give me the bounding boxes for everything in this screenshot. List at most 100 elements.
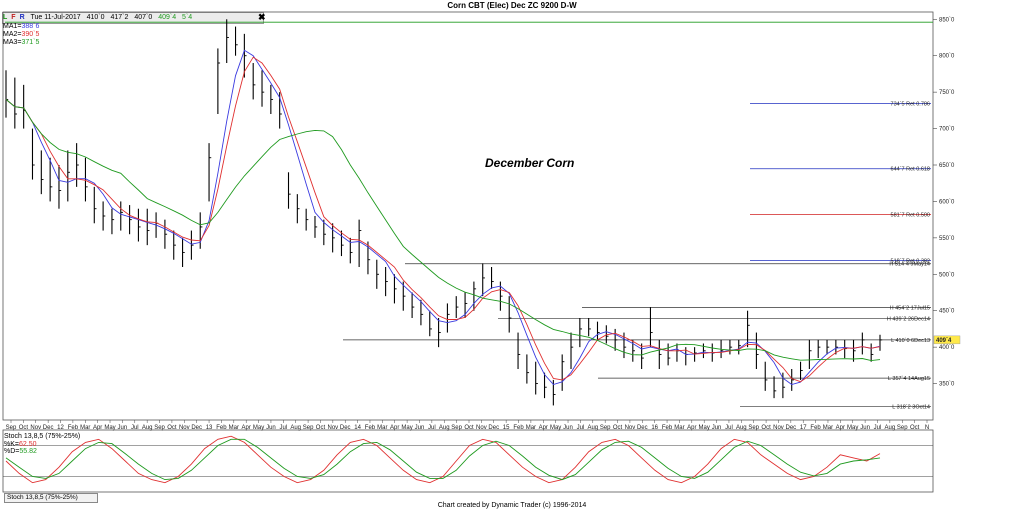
- x-tick-label-35: Aug: [439, 425, 450, 431]
- x-tick-label-16: 13: [206, 425, 213, 431]
- x-tick-label-66: Mar: [823, 425, 833, 431]
- stoch-k-label: %K: [4, 440, 15, 448]
- x-tick-label-51: Dec: [637, 425, 648, 431]
- x-tick-label-59: Aug: [736, 425, 747, 431]
- x-tick-label-43: Apr: [539, 425, 548, 431]
- x-tick-label-60: Sep: [748, 425, 759, 431]
- level-label-0: H 514`4 9May14: [889, 262, 930, 268]
- x-tick-label-31: Apr: [390, 425, 399, 431]
- x-tick-label-47: Aug: [587, 425, 598, 431]
- y-tick-label-1: 800`0: [939, 54, 955, 60]
- y-tick-label-7: 500`0: [939, 272, 955, 278]
- stoch-d-value: 55.82: [19, 448, 37, 455]
- x-tick-label-4: 12: [57, 425, 64, 431]
- level-label-1: H 454`2 17Jul15: [890, 306, 930, 312]
- stoch-legend: Stoch 13,8,5 (75%-25%) %K=62.50 %D=55.82: [4, 433, 80, 456]
- retracement-label-0: 734`5 Ret 0.786: [891, 101, 930, 107]
- x-tick-label-46: Jul: [577, 425, 585, 431]
- level-label-5: L 318`2 3Oct14: [892, 405, 930, 411]
- x-tick-label-33: Jun: [415, 425, 425, 431]
- x-tick-label-67: Apr: [836, 425, 845, 431]
- x-tick-label-22: Jul: [279, 425, 287, 431]
- x-tick-label-52: 16: [651, 425, 658, 431]
- x-tick-label-41: Feb: [513, 425, 524, 431]
- x-tick-label-63: Dec: [786, 425, 797, 431]
- x-tick-label-42: Mar: [526, 425, 536, 431]
- x-tick-label-8: May: [104, 425, 115, 431]
- x-tick-label-20: May: [253, 425, 264, 431]
- x-tick-label-21: Jun: [266, 425, 276, 431]
- retracement-label-2: 581`7 Ret 0.500: [891, 213, 930, 219]
- x-tick-label-28: 14: [354, 425, 361, 431]
- footer-credit: Chart created by Dynamic Trader (c) 1996…: [437, 502, 587, 509]
- x-tick-label-5: Feb: [68, 425, 79, 431]
- x-tick-label-57: Jun: [712, 425, 722, 431]
- x-tick-label-3: Dec: [43, 425, 54, 431]
- x-tick-label-29: Feb: [365, 425, 376, 431]
- stoch-plot-frame: [2, 429, 934, 493]
- x-tick-label-36: Sep: [451, 425, 462, 431]
- x-tick-label-40: 15: [503, 425, 510, 431]
- x-tick-label-45: Jun: [563, 425, 573, 431]
- y-tick-label-9: 400`0: [939, 345, 955, 351]
- x-tick-label-23: Aug: [290, 425, 301, 431]
- y-tick-label-3: 700`0: [939, 127, 955, 133]
- level-label-3: L 410`0 6Dec13: [891, 338, 930, 344]
- y-tick-label-5: 600`0: [939, 199, 955, 205]
- x-tick-label-17: Feb: [216, 425, 227, 431]
- x-tick-label-69: Jun: [860, 425, 870, 431]
- last-price-label: 409`4: [936, 338, 952, 344]
- stoch-k-line: [5, 435, 881, 484]
- x-tick-label-70: Jul: [874, 425, 882, 431]
- x-tick-label-13: Oct: [167, 425, 177, 431]
- x-tick-label-72: Sep: [897, 425, 908, 431]
- y-tick-label-8: 450`0: [939, 309, 955, 315]
- x-tick-label-53: Feb: [662, 425, 673, 431]
- x-tick-label-58: Jul: [725, 425, 733, 431]
- x-tick-label-37: Oct: [464, 425, 474, 431]
- x-tick-label-73: Oct: [910, 425, 920, 431]
- x-tick-label-34: Jul: [428, 425, 436, 431]
- x-tick-label-12: Sep: [154, 425, 165, 431]
- x-tick-label-9: Jun: [118, 425, 128, 431]
- x-tick-label-18: Mar: [229, 425, 239, 431]
- level-label-4: L 357`4 14Aug15: [888, 376, 930, 382]
- x-tick-label-68: May: [847, 425, 858, 431]
- x-tick-label-44: May: [550, 425, 561, 431]
- x-tick-label-74: N: [925, 425, 929, 431]
- x-tick-label-1: Oct: [19, 425, 29, 431]
- x-tick-label-54: Mar: [674, 425, 684, 431]
- x-tick-label-6: Mar: [80, 425, 90, 431]
- x-tick-label-62: Nov: [773, 425, 784, 431]
- x-tick-label-56: May: [699, 425, 710, 431]
- x-tick-label-65: Feb: [810, 425, 821, 431]
- x-tick-label-71: Aug: [885, 425, 896, 431]
- x-tick-label-55: Apr: [687, 425, 696, 431]
- x-tick-label-50: Nov: [625, 425, 636, 431]
- x-tick-label-39: Dec: [488, 425, 499, 431]
- level-label-2: H 439`2 26Dec14: [887, 317, 930, 323]
- x-tick-label-0: Sep: [6, 425, 17, 431]
- x-tick-label-49: Oct: [613, 425, 623, 431]
- y-tick-label-10: 350`0: [939, 382, 955, 388]
- y-tick-label-4: 650`0: [939, 163, 955, 169]
- x-tick-label-2: Nov: [30, 425, 41, 431]
- moving-average-1: [5, 49, 881, 386]
- x-tick-label-27: Dec: [340, 425, 351, 431]
- x-tick-label-32: May: [401, 425, 412, 431]
- stoch-d-label: %D: [4, 448, 16, 455]
- x-tick-label-7: Apr: [93, 425, 102, 431]
- x-tick-label-11: Aug: [142, 425, 153, 431]
- x-tick-label-19: Apr: [242, 425, 251, 431]
- x-tick-label-30: Mar: [377, 425, 387, 431]
- x-tick-label-64: 17: [800, 425, 807, 431]
- x-tick-label-25: Oct: [316, 425, 326, 431]
- y-tick-label-6: 550`0: [939, 236, 955, 242]
- x-tick-label-38: Nov: [476, 425, 487, 431]
- stoch-d-legend: %D=55.82: [4, 448, 37, 455]
- x-tick-label-14: Nov: [179, 425, 190, 431]
- stoch-k-value: 62.50: [19, 440, 37, 448]
- x-tick-label-61: Oct: [761, 425, 771, 431]
- price-chart[interactable]: 850`0 800`0 750`0 700`0 650`0 600`0 550`0 500`0…: [0, 0, 1024, 510]
- x-tick-label-24: Sep: [303, 425, 314, 431]
